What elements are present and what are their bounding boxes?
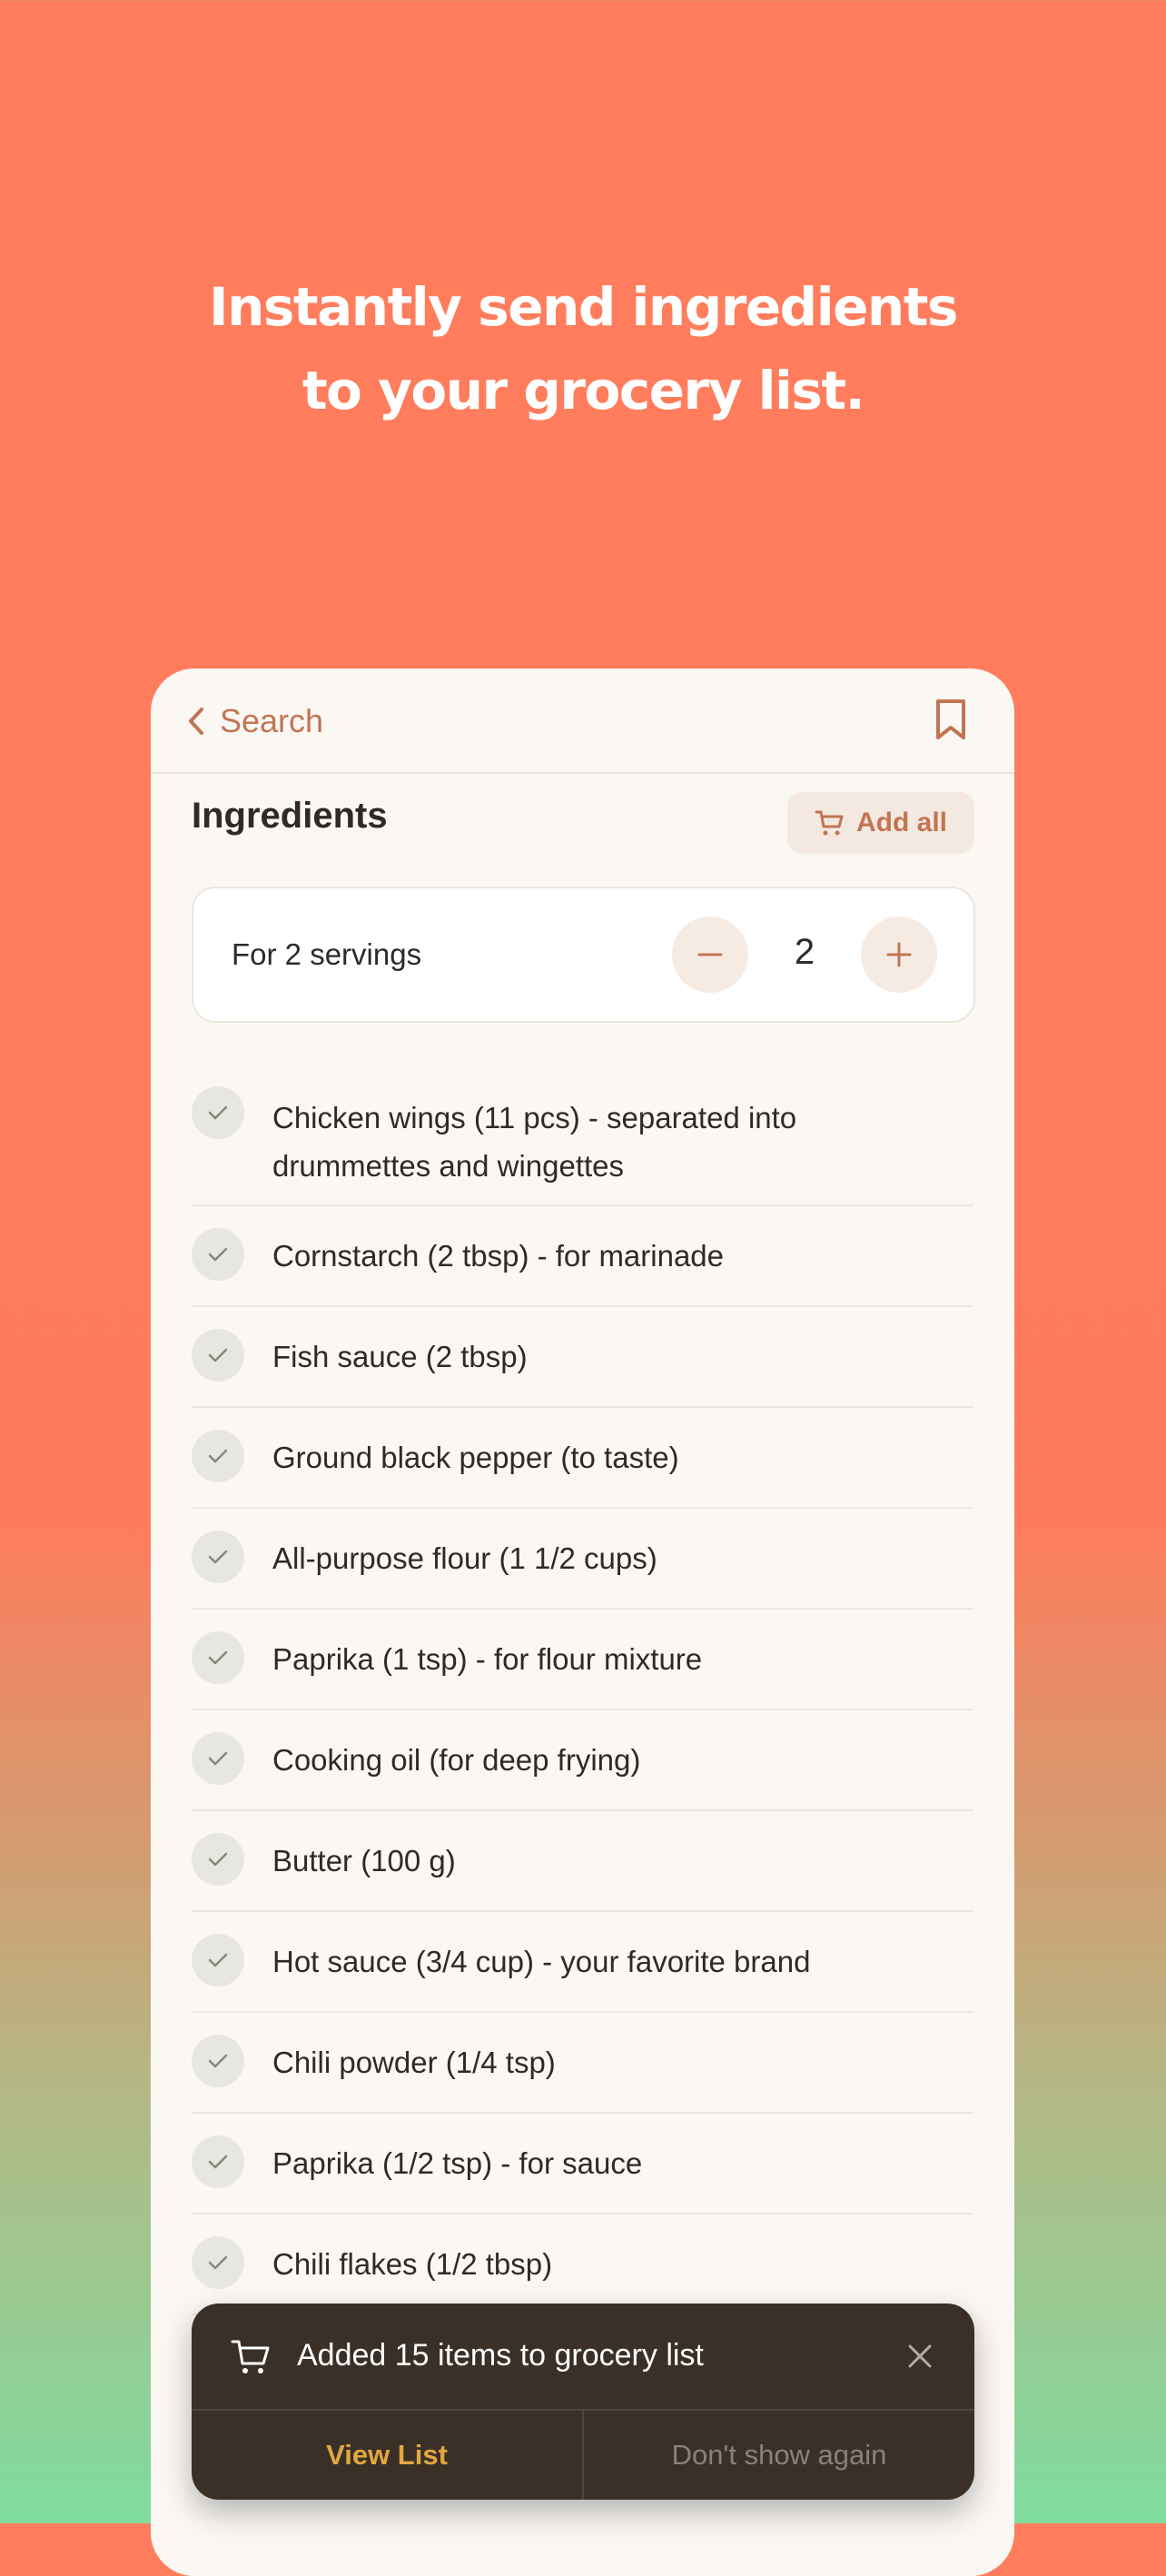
- check-icon[interactable]: [192, 1631, 244, 1684]
- headline: Instantly send ingredients to your groce…: [0, 265, 1166, 432]
- ingredient-text: Chili flakes (1/2 tbsp): [272, 2247, 553, 2281]
- decrease-servings-button[interactable]: [672, 916, 748, 993]
- check-icon[interactable]: [192, 1329, 244, 1382]
- servings-label: For 2 servings: [232, 937, 422, 971]
- ingredient-row[interactable]: Chicken wings (11 pcs) - separated into …: [192, 1065, 973, 1206]
- check-icon[interactable]: [192, 1228, 244, 1281]
- check-icon[interactable]: [192, 2135, 244, 2188]
- ingredient-row[interactable]: Paprika (1/2 tsp) - for sauce: [192, 2114, 973, 2214]
- headline-line-2: to your grocery list.: [301, 360, 865, 421]
- ingredient-text: Chicken wings (11 pcs) - separated into …: [272, 1101, 797, 1183]
- ingredients-list: Chicken wings (11 pcs) - separated into …: [192, 1065, 973, 2315]
- servings-selector: For 2 servings 2: [192, 887, 975, 1023]
- check-icon[interactable]: [192, 1531, 244, 1583]
- servings-count: 2: [794, 932, 815, 972]
- ingredient-row[interactable]: Cooking oil (for deep frying): [192, 1710, 973, 1811]
- check-icon[interactable]: [192, 1430, 244, 1482]
- toast-message: Added 15 items to grocery list: [297, 2338, 704, 2373]
- toast-header: Added 15 items to grocery list: [192, 2304, 974, 2411]
- ingredient-text: Chili powder (1/4 tsp): [272, 2046, 556, 2079]
- ingredient-row[interactable]: All-purpose flour (1 1/2 cups): [192, 1509, 973, 1610]
- check-icon[interactable]: [192, 1934, 244, 1986]
- recipe-card: Search Ingredients Add all For 2 serving…: [151, 669, 1014, 2576]
- ingredient-text: All-purpose flour (1 1/2 cups): [272, 1541, 657, 1575]
- bookmark-icon[interactable]: [933, 698, 969, 741]
- check-icon[interactable]: [192, 1732, 244, 1785]
- check-icon[interactable]: [192, 1833, 244, 1886]
- ingredient-text: Butter (100 g): [272, 1844, 456, 1878]
- ingredient-text: Paprika (1 tsp) - for flour mixture: [272, 1642, 703, 1676]
- dont-show-again-button[interactable]: Don't show again: [584, 2411, 974, 2500]
- ingredient-text: Fish sauce (2 tbsp): [272, 1340, 528, 1373]
- view-list-button[interactable]: View List: [192, 2411, 582, 2500]
- ingredient-row[interactable]: Butter (100 g): [192, 1811, 973, 1912]
- ingredient-row[interactable]: Hot sauce (3/4 cup) - your favorite bran…: [192, 1912, 973, 2013]
- add-all-label: Add all: [855, 807, 947, 837]
- check-icon[interactable]: [192, 2236, 244, 2289]
- ingredients-title: Ingredients: [192, 796, 388, 836]
- ingredient-row[interactable]: Chili flakes (1/2 tbsp): [192, 2214, 973, 2315]
- ingredient-text: Cooking oil (for deep frying): [272, 1743, 641, 1777]
- add-all-button[interactable]: Add all: [787, 792, 974, 854]
- ingredient-row[interactable]: Ground black pepper (to taste): [192, 1408, 973, 1509]
- nav-bar: Search: [151, 669, 1014, 774]
- ingredient-row[interactable]: Cornstarch (2 tbsp) - for marinade: [192, 1206, 973, 1307]
- increase-servings-button[interactable]: [861, 916, 937, 993]
- cart-icon: [231, 2340, 270, 2373]
- ingredient-text: Cornstarch (2 tbsp) - for marinade: [272, 1239, 725, 1273]
- back-button[interactable]: Search: [187, 701, 323, 741]
- chevron-left-icon: [189, 708, 203, 735]
- ingredient-row[interactable]: Fish sauce (2 tbsp): [192, 1307, 973, 1408]
- ingredient-row[interactable]: Paprika (1 tsp) - for flour mixture: [192, 1610, 973, 1710]
- grocery-toast: Added 15 items to grocery list View List…: [192, 2304, 974, 2500]
- cart-icon: [815, 810, 844, 836]
- minus-icon: [697, 953, 723, 956]
- close-icon[interactable]: [904, 2340, 936, 2373]
- ingredient-text: Ground black pepper (to taste): [272, 1441, 679, 1474]
- check-icon[interactable]: [192, 2035, 244, 2087]
- ingredient-text: Hot sauce (3/4 cup) - your favorite bran…: [272, 1945, 811, 1978]
- check-icon[interactable]: [192, 1086, 244, 1139]
- plus-icon: [886, 942, 912, 967]
- back-label: Search: [220, 702, 324, 739]
- headline-line-1: Instantly send ingredients: [209, 276, 958, 338]
- ingredient-text: Paprika (1/2 tsp) - for sauce: [272, 2146, 643, 2180]
- ingredient-row[interactable]: Chili powder (1/4 tsp): [192, 2013, 973, 2114]
